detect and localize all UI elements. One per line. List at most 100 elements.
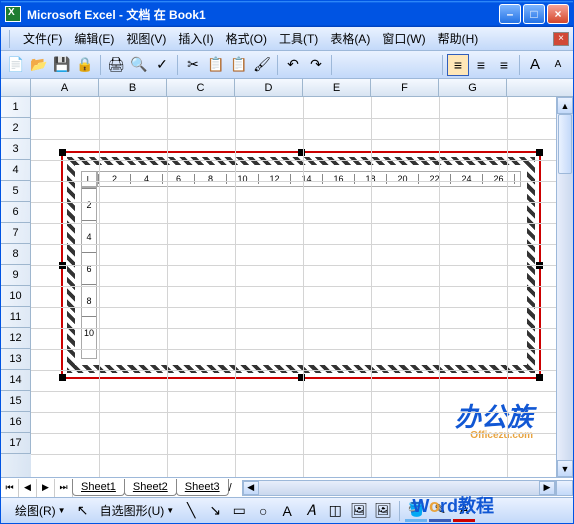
row-header[interactable]: 6 [1,202,31,223]
copy-button[interactable]: 📋 [205,54,227,76]
col-header[interactable]: G [439,79,507,96]
resize-handle[interactable] [59,374,66,381]
menu-insert[interactable]: 插入(I) [172,28,219,49]
tab-nav-last[interactable]: ⏭ [55,479,73,497]
vertical-ruler[interactable]: 246810 [81,187,97,359]
row-header[interactable]: 7 [1,223,31,244]
horizontal-ruler[interactable]: 24681012141618202224262830 [97,171,521,187]
save-button[interactable]: 💾 [51,54,73,76]
select-pointer-button[interactable]: ↖ [72,500,94,522]
ruler-tick: 2 [98,174,130,184]
ruler-tick: 10 [226,174,258,184]
new-button[interactable]: 📄 [5,54,27,76]
menu-file[interactable]: 文件(F) [17,28,68,49]
document-editing-area[interactable] [99,189,521,359]
tab-nav-prev[interactable]: ◀ [19,479,37,497]
scroll-up-icon[interactable]: ▲ [557,97,573,114]
align-right-button[interactable]: ≡ [493,54,515,76]
menu-edit[interactable]: 编辑(E) [68,28,120,49]
preview-button[interactable]: 🔍 [128,54,150,76]
row-header[interactable]: 17 [1,433,31,454]
watermark-brand: 办公族 Officezu.com [455,397,533,441]
minimize-button[interactable]: – [499,4,521,24]
textbox-button[interactable]: A [276,500,298,522]
row-header[interactable]: 11 [1,307,31,328]
sheet-tab-3[interactable]: Sheet3 [176,479,229,496]
row-header[interactable]: 8 [1,244,31,265]
fontsize-down-button[interactable]: A [547,54,569,76]
arrow-button[interactable]: ↘ [204,500,226,522]
undo-button[interactable]: ↶ [282,54,304,76]
titlebar[interactable]: Microsoft Excel - 文档 在 Book1 – □ × [1,1,573,27]
row-header[interactable]: 1 [1,97,31,118]
menu-tools[interactable]: 工具(T) [273,28,324,49]
align-left-button[interactable]: ≡ [447,54,469,76]
select-all-corner[interactable] [1,79,31,96]
format-painter-button[interactable]: 🖌 [251,54,273,76]
col-header[interactable]: E [303,79,371,96]
oval-button[interactable]: ○ [252,500,274,522]
row-header[interactable]: 3 [1,139,31,160]
spell-button[interactable]: ✓ [151,54,173,76]
paste-button[interactable]: 📋 [228,54,250,76]
vertical-scrollbar[interactable]: ▲ ▼ [556,97,573,477]
row-header[interactable]: 5 [1,181,31,202]
cell-grid[interactable]: L 24681012141618202224262830 246810 办公族 … [31,97,573,477]
app-icon [5,6,21,22]
row-header[interactable]: 10 [1,286,31,307]
row-header[interactable]: 13 [1,349,31,370]
scroll-thumb[interactable] [558,114,572,174]
tab-nav-next[interactable]: ▶ [37,479,55,497]
rectangle-button[interactable]: ▭ [228,500,250,522]
wordart-button[interactable]: 𝐴 [300,500,322,522]
ruler-corner: L [81,171,97,187]
open-button[interactable]: 📂 [28,54,50,76]
scroll-left-icon[interactable]: ◀ [243,481,259,495]
line-button[interactable]: ╲ [180,500,202,522]
cut-button[interactable]: ✂ [182,54,204,76]
autoshapes-menu[interactable]: 自选图形(U)▼ [96,502,179,519]
window-title: Microsoft Excel - 文档 在 Book1 [27,6,206,23]
close-button[interactable]: × [547,4,569,24]
doc-close-button[interactable]: × [553,32,569,46]
align-center-button[interactable]: ≡ [470,54,492,76]
resize-handle[interactable] [536,149,543,156]
redo-button[interactable]: ↷ [305,54,327,76]
row-header[interactable]: 2 [1,118,31,139]
picture-button[interactable]: 🖼 [372,500,394,522]
diagram-button[interactable]: ◫ [324,500,346,522]
row-header[interactable]: 14 [1,370,31,391]
permission-button[interactable]: 🔒 [74,54,96,76]
row-header[interactable]: 16 [1,412,31,433]
col-header[interactable]: D [235,79,303,96]
print-button[interactable]: 🖨 [105,54,127,76]
row-header[interactable]: 15 [1,391,31,412]
ruler-tick: 22 [418,174,450,184]
resize-handle[interactable] [536,374,543,381]
row-header[interactable]: 9 [1,265,31,286]
fontsize-up-button[interactable]: A [524,54,546,76]
menu-window[interactable]: 窗口(W) [376,28,431,49]
draw-menu[interactable]: 绘图(R)▼ [11,502,70,519]
menu-view[interactable]: 视图(V) [120,28,172,49]
col-header[interactable]: F [371,79,439,96]
maximize-button[interactable]: □ [523,4,545,24]
horizontal-scrollbar[interactable]: ◀ ▶ [242,480,556,496]
menu-format[interactable]: 格式(O) [220,28,273,49]
scroll-down-icon[interactable]: ▼ [557,460,573,477]
menubar: 文件(F) 编辑(E) 视图(V) 插入(I) 格式(O) 工具(T) 表格(A… [1,27,573,51]
sheet-tab-1[interactable]: Sheet1 [72,479,125,496]
col-header[interactable]: C [167,79,235,96]
tab-nav-first[interactable]: ⏮ [1,479,19,497]
ruler-tick: 26 [482,174,514,184]
menu-table[interactable]: 表格(A) [324,28,376,49]
scroll-right-icon[interactable]: ▶ [539,481,555,495]
row-header[interactable]: 4 [1,160,31,181]
menu-help[interactable]: 帮助(H) [432,28,485,49]
col-header[interactable]: A [31,79,99,96]
resize-handle[interactable] [59,149,66,156]
row-header[interactable]: 12 [1,328,31,349]
col-header[interactable]: B [99,79,167,96]
sheet-tab-2[interactable]: Sheet2 [124,479,177,496]
clipart-button[interactable]: 🖼 [348,500,370,522]
